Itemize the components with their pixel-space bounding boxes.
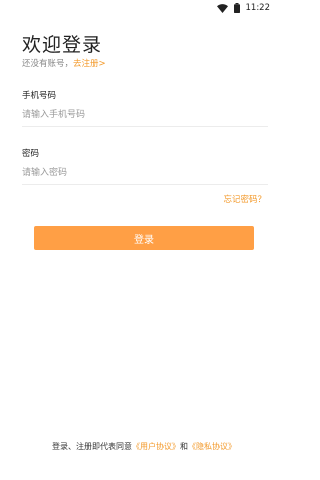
- register-link[interactable]: 去注册>: [73, 59, 106, 69]
- agreement-prefix: 登录、注册即代表同意: [52, 442, 132, 451]
- forgot-password-link[interactable]: 忘记密码？: [223, 193, 266, 205]
- privacy-agreement-link[interactable]: 《隐私协议》: [188, 442, 236, 451]
- password-underline: [22, 184, 268, 185]
- phone-label: 手机号码: [22, 91, 57, 101]
- login-button[interactable]: 登录: [34, 226, 254, 250]
- status-time: 11:22: [245, 3, 271, 13]
- phone-underline: [22, 126, 268, 127]
- page-title: 欢迎登录: [22, 34, 103, 56]
- battery-icon: [233, 3, 240, 13]
- agreement-conjunction: 和: [180, 442, 188, 451]
- password-input[interactable]: [22, 164, 268, 182]
- wifi-icon: [216, 3, 228, 13]
- agreement-text: 登录、注册即代表同意《用户协议》和《隐私协议》: [0, 441, 288, 452]
- no-account-text: 还没有账号，: [22, 59, 74, 69]
- phone-input[interactable]: [22, 106, 268, 124]
- status-bar: 11:22: [0, 0, 288, 16]
- user-agreement-link[interactable]: 《用户协议》: [132, 442, 180, 451]
- password-label: 密码: [22, 149, 40, 159]
- register-prompt: 还没有账号，去注册>: [22, 57, 106, 69]
